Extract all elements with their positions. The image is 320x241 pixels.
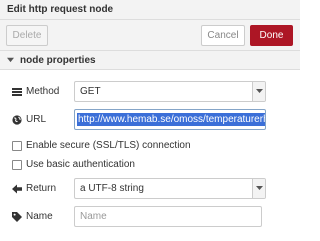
dialog-title-bar: Edit http request node: [0, 0, 300, 20]
dialog-toolbar: Delete Cancel Done: [0, 20, 300, 51]
return-label: Return: [26, 183, 57, 194]
delete-button[interactable]: Delete: [6, 25, 48, 46]
method-select-caret: [252, 82, 265, 101]
name-input[interactable]: Name: [74, 206, 262, 227]
done-button[interactable]: Done: [250, 25, 293, 46]
caret-down-icon: [256, 186, 263, 190]
secure-checkbox[interactable]: [12, 141, 22, 151]
form-area: Method GET URL http://www.hemab.se/omoss…: [0, 70, 300, 241]
url-label: URL: [26, 114, 47, 125]
basic-auth-label: Use basic authentication: [26, 159, 135, 170]
method-select[interactable]: GET: [74, 81, 266, 102]
url-value: http://www.hemab.se/omoss/temperaturerha…: [77, 113, 265, 126]
name-placeholder: Name: [80, 211, 107, 222]
list-icon: [12, 88, 22, 96]
return-select[interactable]: a UTF-8 string: [74, 178, 266, 199]
method-value: GET: [80, 86, 101, 97]
return-value: a UTF-8 string: [80, 183, 144, 194]
tag-icon: [12, 212, 22, 222]
globe-icon: [12, 115, 22, 125]
method-label: Method: [26, 86, 60, 97]
name-label: Name: [26, 211, 53, 222]
section-title: node properties: [20, 55, 96, 66]
return-select-caret: [252, 179, 265, 198]
dialog-title: Edit http request node: [7, 4, 114, 15]
arrow-left-icon: [12, 184, 22, 194]
url-input[interactable]: http://www.hemab.se/omoss/temperaturerha…: [74, 109, 266, 130]
basic-auth-checkbox[interactable]: [12, 160, 22, 170]
secure-label: Enable secure (SSL/TLS) connection: [26, 140, 191, 151]
caret-down-icon: [256, 89, 263, 93]
section-header-node-properties[interactable]: node properties: [0, 51, 300, 70]
chevron-down-icon: [7, 57, 14, 63]
cancel-button[interactable]: Cancel: [201, 25, 245, 46]
